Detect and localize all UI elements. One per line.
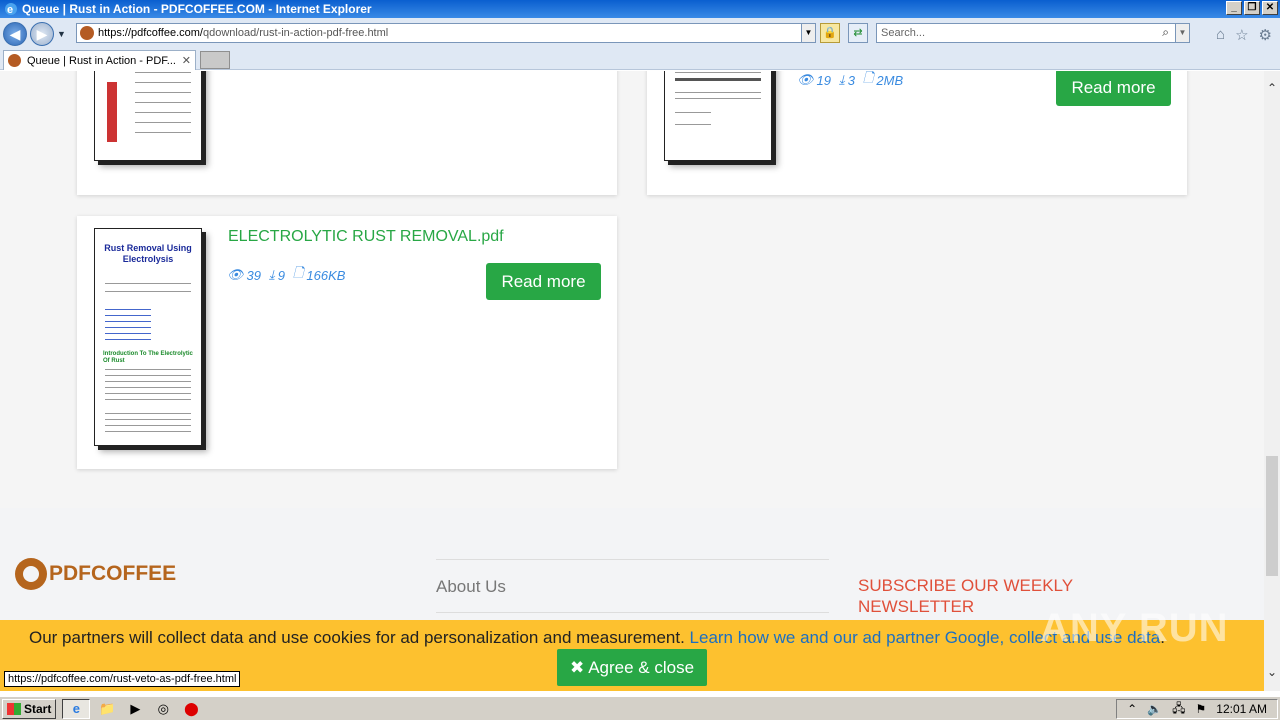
system-tray: ⌃ 🔈 🖧 ⚑ 12:01 AM [1116,699,1278,719]
tab-strip: Queue | Rust in Action - PDF... ✕ [0,50,1280,70]
search-dropdown-icon[interactable]: ▼ [1175,24,1189,42]
doc-meta-2: 👁 19 ⤓ 3 🗋 2MB [797,71,903,91]
doc-thumbnail-1[interactable] [94,71,202,161]
network-icon[interactable]: 🖧 [1172,699,1185,720]
close-window-button[interactable]: ✕ [1262,1,1278,15]
start-label: Start [24,701,52,716]
doc-title-3[interactable]: ELECTROLYTIC RUST REMOVAL.pdf [228,228,504,246]
chrome-taskbar-icon[interactable]: ◎ [152,699,174,719]
minimize-button[interactable]: _ [1226,1,1242,15]
file-size: 2MB [876,72,904,88]
forward-button[interactable]: ▶ [30,22,54,46]
thumb-title: Rust Removal Using Electrolysis [104,243,192,264]
file-size: 166KB [306,267,346,283]
folder-taskbar-icon[interactable]: 📁 [96,699,118,719]
page-scrollbar[interactable]: ⌃ ⌄ [1264,71,1280,691]
window-title: Queue | Rust in Action - PDFCOFFEE.COM -… [22,2,372,16]
clock[interactable]: 12:01 AM [1216,702,1267,716]
file-icon: 🗋 [292,265,304,280]
read-more-button-2[interactable]: Read more [1056,71,1171,106]
downloads-icon: ⤓ [268,267,275,282]
svg-text:e: e [7,4,13,16]
tab-active[interactable]: Queue | Rust in Action - PDF... ✕ [3,50,196,70]
file-icon: 🗋 [862,71,874,85]
address-toolbar: ◀ ▶ ▼ https://pdfcoffee.com/qdownload/ru… [0,18,1280,50]
views-count: 39 [246,267,261,283]
cookie-text: Our partners will collect data and use c… [29,628,685,647]
search-icon[interactable]: ⌕ [1162,25,1169,40]
new-tab-button[interactable] [200,51,230,69]
start-button[interactable]: Start [2,698,57,719]
ie-taskbar-icon[interactable]: e [62,698,91,719]
tab-favicon-icon [8,54,21,67]
doc-card-1 [77,71,617,195]
views-count: 19 [816,72,831,88]
downloads-count: 3 [847,72,855,88]
about-us-link[interactable]: About Us [436,577,506,597]
back-button[interactable]: ◀ [3,22,27,46]
restore-button[interactable]: ❐ [1244,1,1260,15]
downloads-count: 9 [277,267,285,283]
site-favicon-icon [80,26,94,40]
agree-close-button[interactable]: ✖ Agree & close [557,649,707,686]
address-path: qdownload/rust-in-action-pdf-free.html [202,27,389,39]
close-x-icon: ✖ [569,657,585,677]
doc-thumbnail-2[interactable] [664,71,772,161]
ie-logo-icon: e [5,3,17,16]
scroll-up-icon[interactable]: ⌃ [1264,81,1280,97]
tray-arrow-icon[interactable]: ⌃ [1127,702,1137,716]
settings-gear-icon[interactable]: ⚙ [1259,26,1272,44]
windows-flag-icon [7,702,21,715]
doc-card-2: 👁 19 ⤓ 3 🗋 2MB Read more [647,71,1187,195]
coffee-logo-icon [15,558,47,590]
views-eye-icon: 👁 [227,267,244,282]
pdfcoffee-logo[interactable]: PDFCOFFEE [15,558,176,590]
downloads-icon: ⤓ [838,72,845,87]
search-placeholder: Search... [881,27,926,39]
footer-divider [436,612,829,613]
search-input[interactable]: Search... ⌕ ▼ [876,23,1190,43]
history-dropdown-icon[interactable]: ▼ [57,29,66,39]
scroll-thumb[interactable] [1266,456,1278,576]
doc-card-3: Rust Removal Using Electrolysis Introduc… [77,216,617,469]
scroll-down-icon[interactable]: ⌄ [1264,665,1280,681]
anyrun-watermark: ANY RUN [1040,606,1229,650]
cookie-message: Our partners will collect data and use c… [29,628,1165,648]
status-bar-url: https://pdfcoffee.com/rust-veto-as-pdf-f… [4,671,241,687]
windows-taskbar: Start e 📁 ▶ ◎ ⬤ ⌃ 🔈 🖧 ⚑ 12:01 AM [0,696,1280,720]
tab-close-icon[interactable]: ✕ [182,54,191,67]
address-dropdown-icon[interactable]: ▼ [801,24,815,42]
home-icon[interactable]: ⌂ [1216,26,1225,44]
thumb-subtitle: Introduction To The Electrolytic Of Rust [103,351,193,364]
address-host: https://pdfcoffee.com/ [98,27,203,39]
antivirus-taskbar-icon[interactable]: ⬤ [180,699,202,719]
logo-text: PDFCOFFEE [49,562,177,585]
thumb-accent [107,82,117,142]
favorites-star-icon[interactable]: ☆ [1235,26,1248,44]
footer-divider [436,559,829,560]
agree-label: Agree & close [588,657,695,677]
lock-icon[interactable]: 🔒 [820,23,840,43]
page-viewport: 👁 19 ⤓ 3 🗋 2MB Read more Rust Removal Using… [0,71,1264,691]
window-titlebar: e Queue | Rust in Action - PDFCOFFEE.COM… [0,0,1280,18]
address-field[interactable]: https://pdfcoffee.com/qdownload/rust-in-… [76,23,816,43]
refresh-icon[interactable]: ⇄ [848,23,868,43]
media-player-taskbar-icon[interactable]: ▶ [124,699,146,719]
read-more-button-3[interactable]: Read more [486,263,601,300]
doc-thumbnail-3[interactable]: Rust Removal Using Electrolysis Introduc… [94,228,202,446]
flag-icon[interactable]: ⚑ [1196,702,1207,716]
views-eye-icon: 👁 [797,72,814,87]
volume-icon[interactable]: 🔈 [1147,702,1162,716]
doc-meta-3: 👁 39 ⤓ 9 🗋 166KB [227,264,345,286]
tab-label: Queue | Rust in Action - PDF... [27,54,176,67]
